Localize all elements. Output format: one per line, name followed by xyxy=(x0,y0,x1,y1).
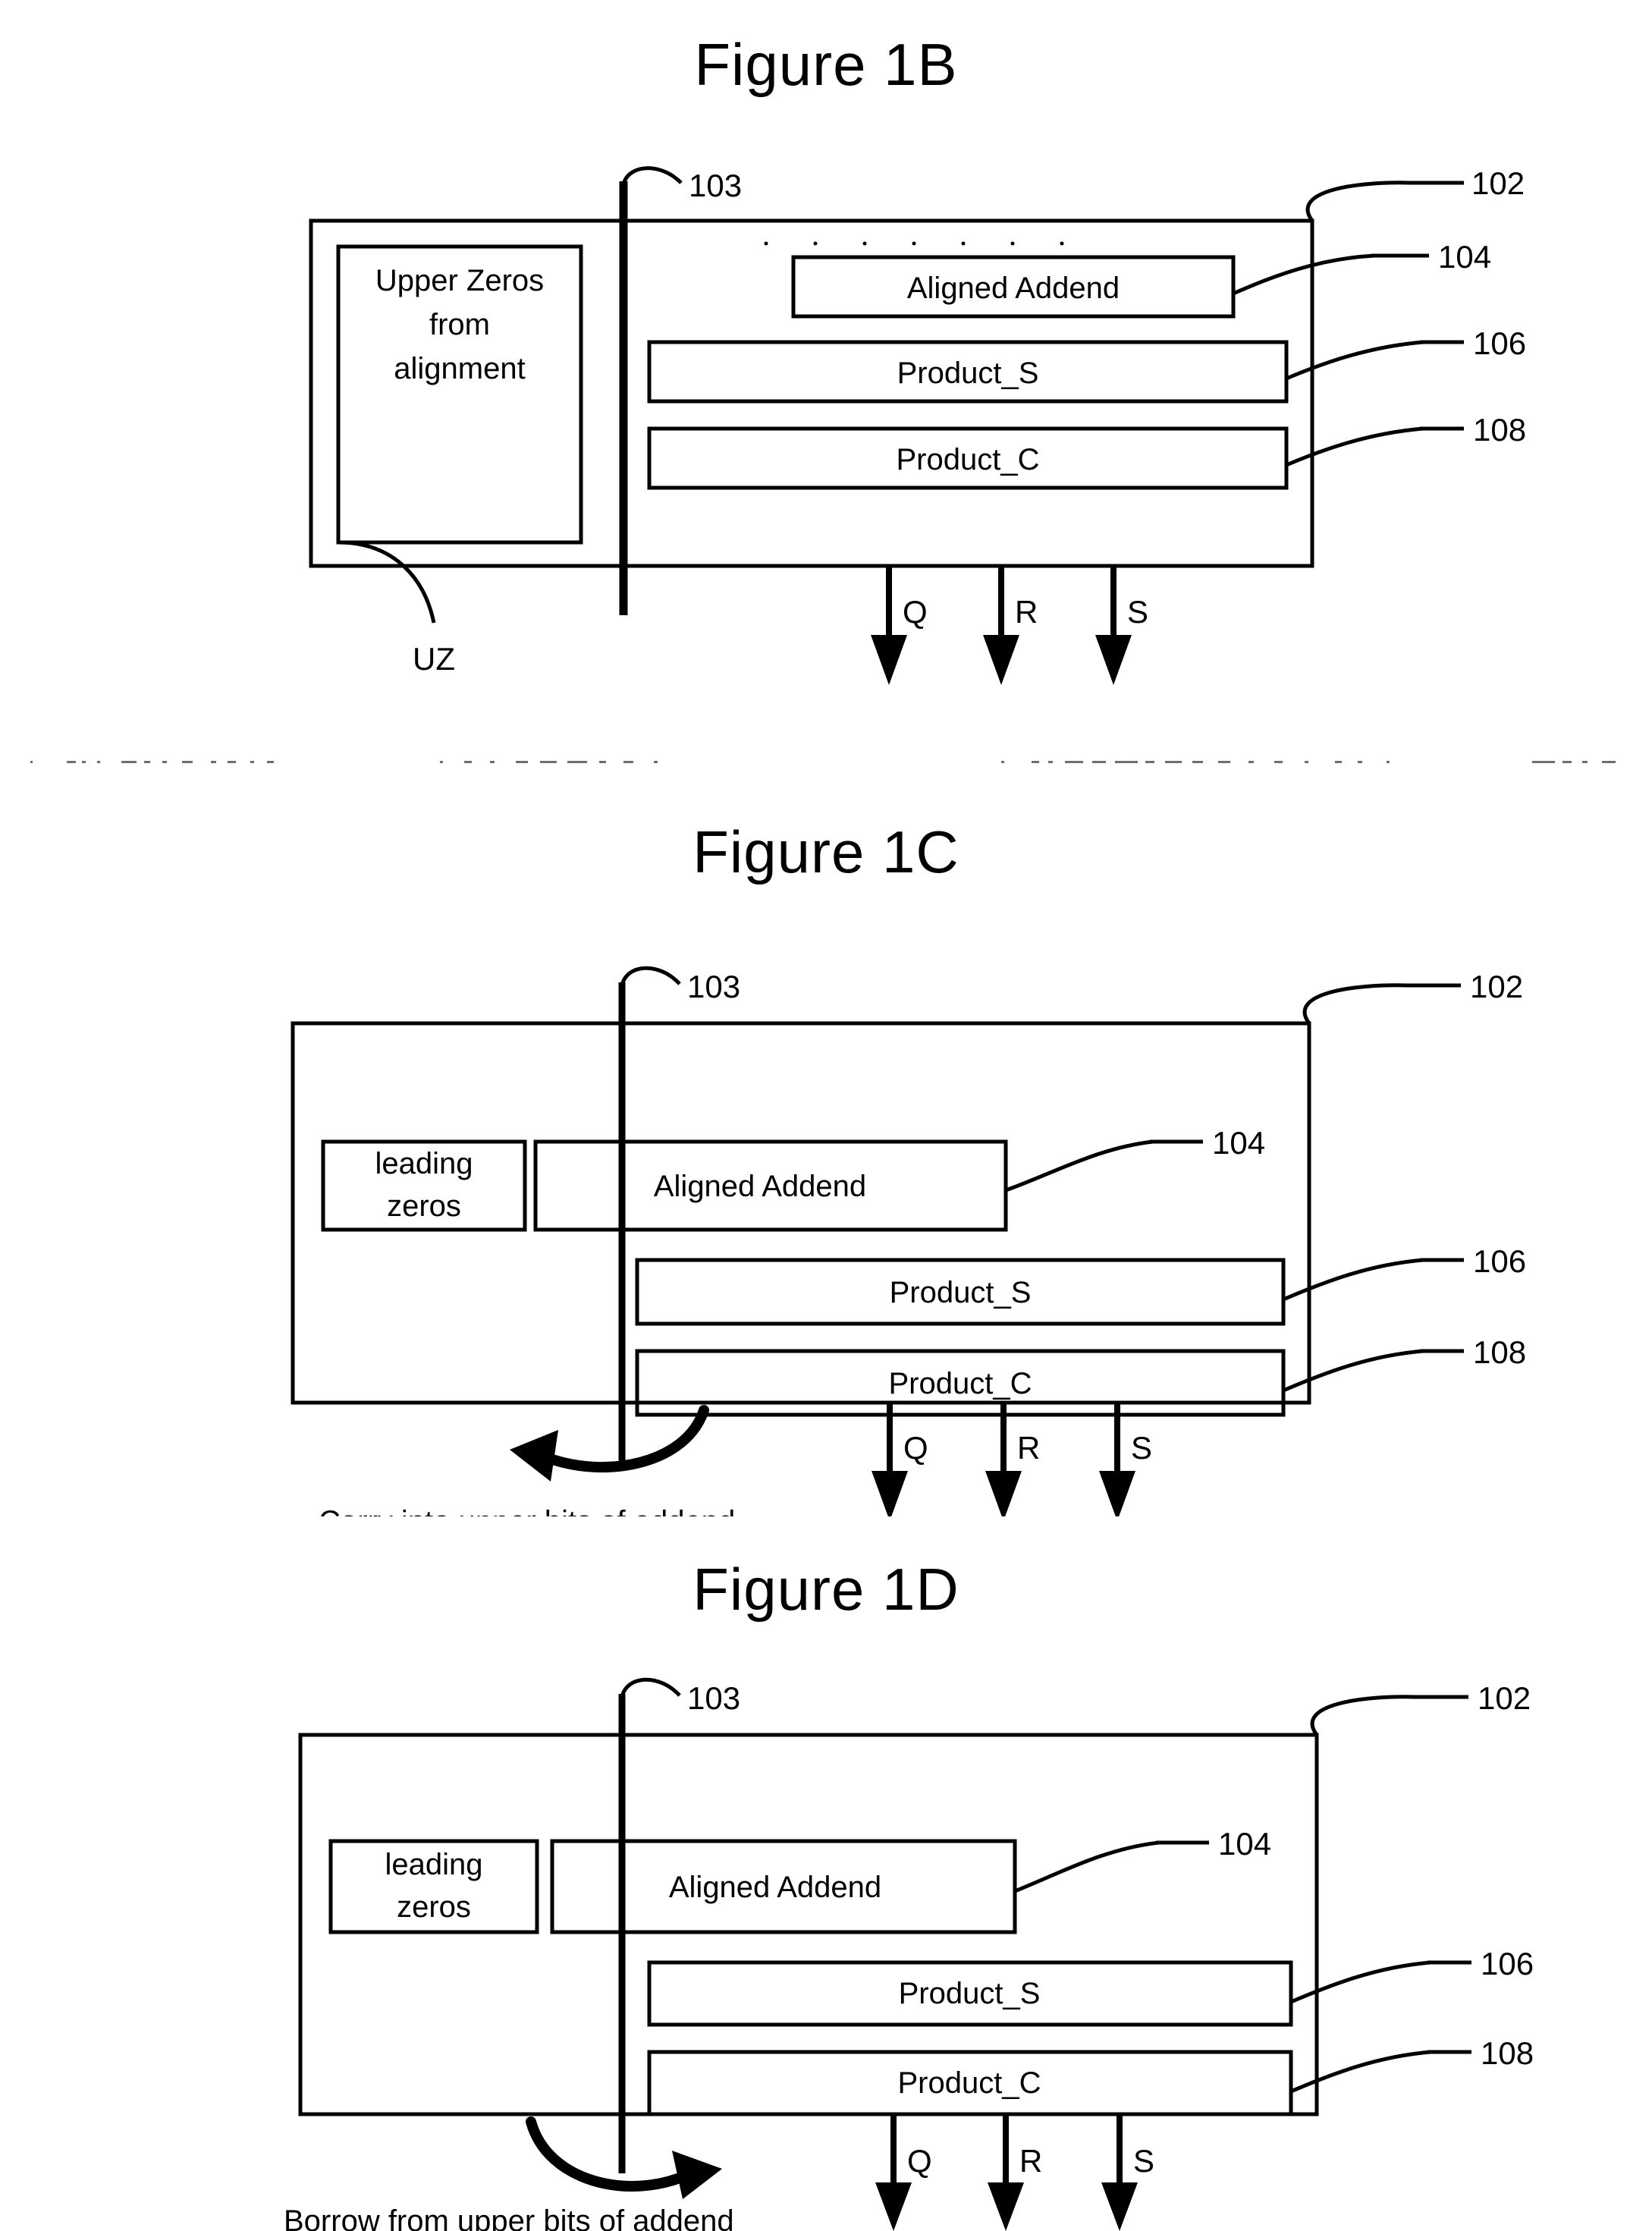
fig1c-ref-103-label: 103 xyxy=(687,969,740,1004)
fig1b-ref-108-label: 108 xyxy=(1473,412,1526,448)
fig1d-borrow-arrow xyxy=(526,2116,722,2199)
figure-1d-title: Figure 1D xyxy=(693,1556,959,1623)
fig1d-product-c-label: Product_C xyxy=(898,2066,1041,2100)
fig1d-ref-102-label: 102 xyxy=(1478,1680,1531,1716)
fig1c-product-c-label: Product_C xyxy=(889,1367,1032,1400)
fig1c-ref-104-label: 104 xyxy=(1212,1125,1265,1161)
fig1b-ref-106-leader xyxy=(1286,340,1424,381)
fig1c-output-arrow-r xyxy=(985,1403,1022,1516)
fig1d-output-arrow-q xyxy=(875,2114,912,2231)
fig1b-signal-label-s: S xyxy=(1127,594,1148,630)
figure-1c-diagram: 102 103 leading zeros Aligned Addend 104… xyxy=(291,966,1526,1516)
fig1c-ref-108-label: 108 xyxy=(1473,1334,1526,1370)
fig1d-signal-label-q: Q xyxy=(907,2143,932,2179)
fig1d-ref-103-label: 103 xyxy=(687,1680,740,1716)
fig1d-ref-106-leader xyxy=(1290,1960,1431,2004)
figure-1c-block: Figure 1C 102 103 leading zeros Aligned … xyxy=(0,818,1652,1516)
fig1c-ref-102-label: 102 xyxy=(1470,969,1523,1004)
fig1c-leading-zeros-line1: leading xyxy=(375,1147,473,1180)
fig1b-upper-zeros-line1: Upper Zeros xyxy=(375,264,544,297)
figure-1b-block: Figure 1B 103 102 Upper Zeros from align… xyxy=(0,30,1652,729)
fig1b-product-s-label: Product_S xyxy=(897,357,1039,390)
fig1c-carry-arrow xyxy=(510,1405,709,1482)
fig1c-aligned-addend-label: Aligned Addend xyxy=(654,1170,866,1203)
fig1b-ref-104-label: 104 xyxy=(1438,239,1491,275)
fig1b-ref-103-label: 103 xyxy=(689,168,742,203)
fig1b-ref-102-leader xyxy=(1305,181,1412,222)
fig1c-product-s-label: Product_S xyxy=(890,1276,1032,1309)
figure-1d-diagram: 102 103 leading zeros Aligned Addend 104… xyxy=(284,1677,1534,2231)
fig1d-product-s-label: Product_S xyxy=(899,1977,1041,2010)
fig1b-aligned-addend-label: Aligned Addend xyxy=(907,272,1120,305)
fig1b-ref-103-leader xyxy=(621,166,683,185)
fig1d-output-arrow-s xyxy=(1101,2114,1138,2231)
scan-noise-separator xyxy=(30,761,1616,763)
fig1b-signal-label-q: Q xyxy=(903,594,928,630)
fig1b-ref-104-leader xyxy=(1232,253,1375,296)
fig1b-output-arrow-s xyxy=(1095,566,1132,685)
fig1b-output-arrow-r xyxy=(983,566,1019,685)
fig1d-leading-zeros-line2: zeros xyxy=(397,1890,471,1924)
fig1d-ref-103-leader xyxy=(620,1677,681,1698)
fig1d-ref-104-leader xyxy=(1014,1840,1160,1893)
fig1d-ref-108-leader xyxy=(1290,2050,1431,2094)
fig1d-ref-108-label: 108 xyxy=(1481,2035,1534,2071)
fig1d-ref-102-leader xyxy=(1310,1695,1416,1736)
fig1b-ref-108-leader xyxy=(1286,426,1424,467)
fig1d-output-arrow-r xyxy=(988,2114,1024,2231)
fig1c-ref-102-leader xyxy=(1302,983,1409,1025)
fig1c-output-arrow-q xyxy=(872,1403,908,1516)
fig1c-ref-108-leader xyxy=(1283,1349,1424,1393)
fig1c-signal-label-q: Q xyxy=(903,1430,928,1466)
figure-1d-block: Figure 1D 102 103 leading zeros Aligned … xyxy=(0,1555,1652,2231)
fig1d-signal-label-r: R xyxy=(1019,2143,1042,2179)
figure-1b-diagram: 103 102 Upper Zeros from alignment UZ Al… xyxy=(309,165,1526,685)
fig1c-ref-103-leader xyxy=(620,966,681,986)
fig1d-ref-104-label: 104 xyxy=(1218,1826,1271,1862)
fig1d-leading-zeros-line1: leading xyxy=(385,1848,482,1881)
figure-1b-title: Figure 1B xyxy=(694,31,958,98)
fig1b-ref-102-label: 102 xyxy=(1471,165,1525,201)
fig1d-signal-label-s: S xyxy=(1133,2143,1154,2179)
fig1d-main-box xyxy=(298,1733,1319,2116)
figure-1c-title: Figure 1C xyxy=(693,819,959,885)
fig1c-ref-106-label: 106 xyxy=(1473,1243,1526,1279)
fig1d-caption: Borrow from upper bits of addend xyxy=(284,2204,734,2231)
fig1c-ref-106-leader xyxy=(1283,1258,1424,1302)
fig1b-product-c-label: Product_C xyxy=(897,443,1040,476)
fig1b-ref-106-label: 106 xyxy=(1473,325,1526,361)
fig1b-alignment-dots xyxy=(764,241,1064,246)
fig1c-ref-104-leader xyxy=(1005,1139,1154,1192)
fig1b-uz-leader xyxy=(338,540,436,624)
fig1d-ref-106-label: 106 xyxy=(1481,1946,1534,1981)
fig1c-signal-label-s: S xyxy=(1131,1430,1152,1466)
fig1c-output-arrow-s xyxy=(1099,1403,1135,1516)
fig1b-upper-zeros-line2: from xyxy=(429,308,490,341)
fig1b-output-arrow-q xyxy=(871,566,907,685)
fig1b-upper-zeros-line3: alignment xyxy=(394,352,525,385)
fig1b-uz-label: UZ xyxy=(413,641,455,677)
fig1c-leading-zeros-line2: zeros xyxy=(387,1189,461,1223)
fig1c-signal-label-r: R xyxy=(1017,1430,1040,1466)
figure-sheet: Figure 1B 103 102 Upper Zeros from align… xyxy=(0,0,1652,2231)
fig1c-caption: Carry into upper bits of addend xyxy=(319,1505,735,1516)
fig1d-aligned-addend-label: Aligned Addend xyxy=(669,1871,881,1904)
fig1b-signal-label-r: R xyxy=(1015,594,1038,630)
